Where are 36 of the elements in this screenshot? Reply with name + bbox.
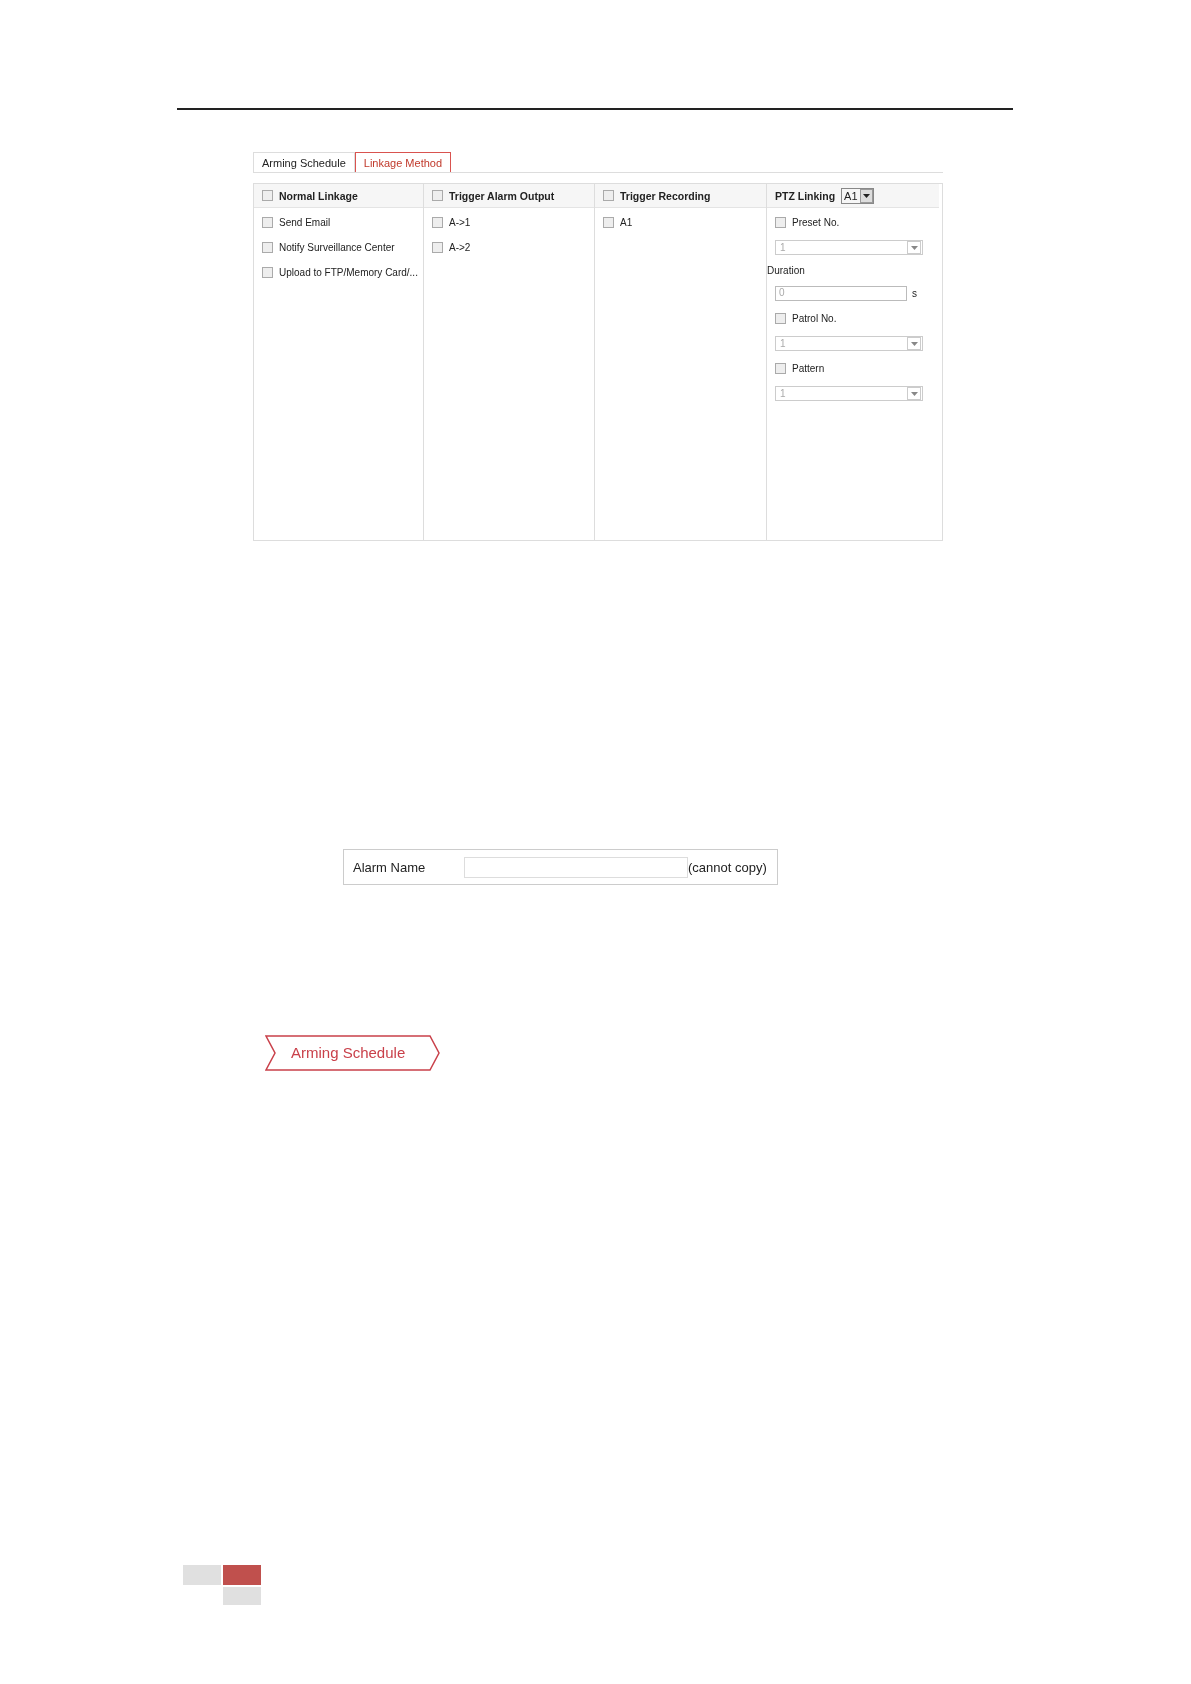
column-title: Trigger Recording [620,189,711,202]
option-label: A->2 [449,242,471,253]
checkbox[interactable] [262,242,273,253]
option-label: Notify Surveillance Center [279,242,395,253]
option-label: Patrol No. [792,313,837,324]
option-label: A1 [620,217,633,228]
checkbox[interactable] [262,190,273,201]
alarm-name-field[interactable] [464,856,688,878]
checkbox[interactable] [775,217,786,228]
channel-select[interactable]: A1 [841,187,874,204]
checkbox[interactable] [603,190,614,201]
option-label: Preset No. [792,217,840,228]
option-label: Send Email [279,217,331,228]
option-label: Upload to FTP/Memory Card/... [279,267,418,278]
checkbox[interactable] [432,217,443,228]
checkbox[interactable] [432,190,443,201]
unit-label: s [912,288,917,299]
tab[interactable]: Arming Schedule [253,152,355,172]
field-label: Duration [767,265,806,276]
footer-block [223,1587,261,1605]
option-label: A->1 [449,217,471,228]
checkbox[interactable] [603,217,614,228]
tab[interactable]: Linkage Method [354,152,452,172]
checkbox[interactable] [262,267,273,278]
checkbox[interactable] [775,363,786,374]
option-label: Pattern [792,363,825,374]
checkbox[interactable] [775,313,786,324]
note-text: (cannot copy) [688,859,767,875]
column-title: PTZ Linking [775,189,836,202]
checkbox[interactable] [432,242,443,253]
footer-block [183,1565,221,1585]
field-label: Alarm Name [353,859,427,875]
column-title: Trigger Alarm Output [449,189,555,202]
footer-block [223,1565,261,1585]
column-title: Normal Linkage [279,189,358,202]
checkbox[interactable] [262,217,273,228]
